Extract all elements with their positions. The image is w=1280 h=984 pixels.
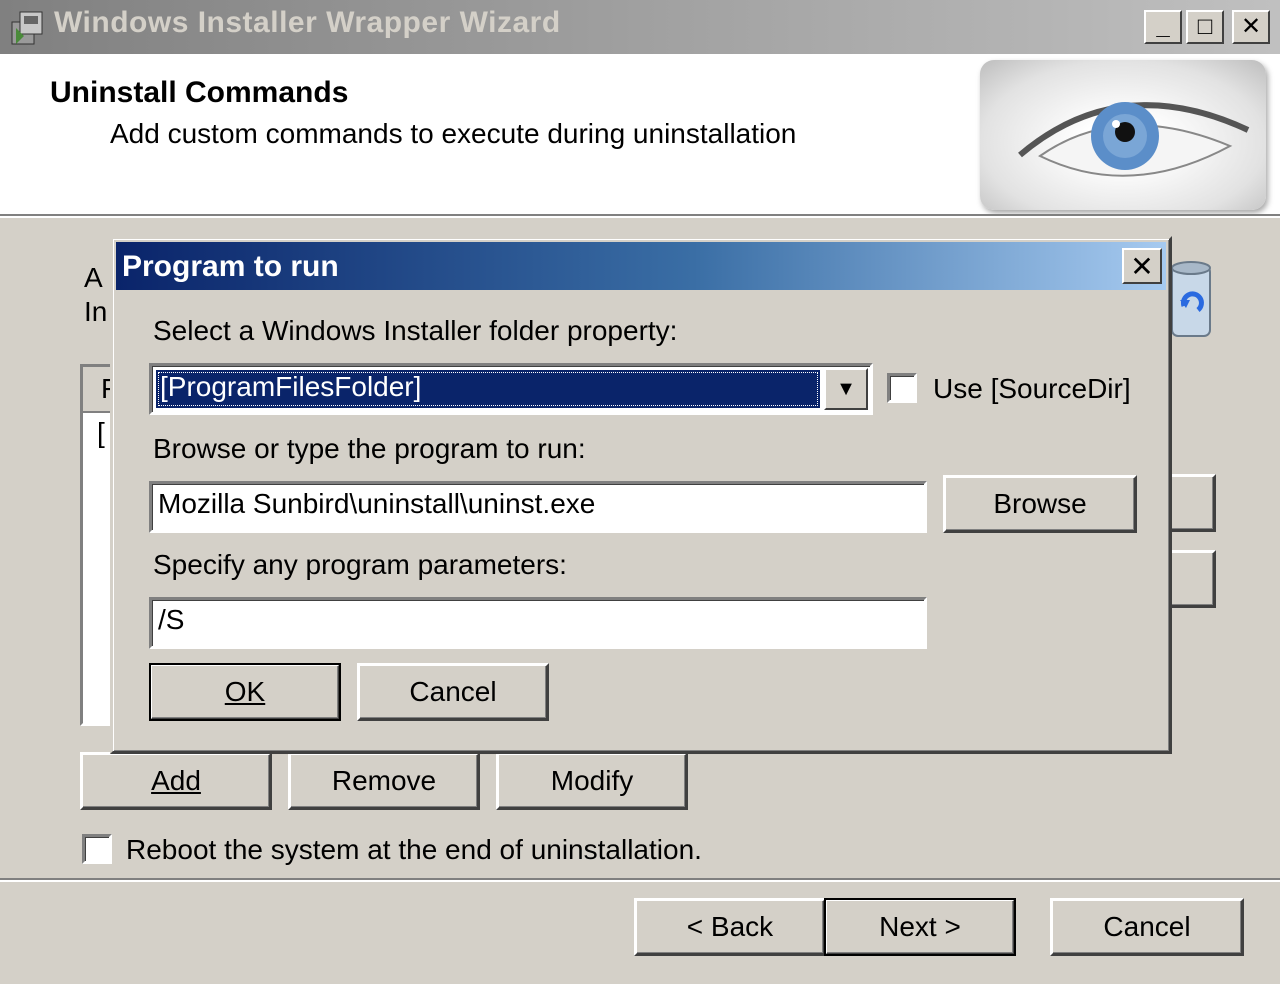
eye-icon bbox=[980, 60, 1266, 210]
close-icon: ✕ bbox=[1130, 250, 1154, 282]
params-input[interactable]: /S bbox=[149, 597, 927, 649]
program-path-input[interactable]: Mozilla Sunbird\uninstall\uninst.exe bbox=[149, 481, 927, 533]
params-label: Specify any program parameters: bbox=[153, 549, 567, 580]
reboot-label[interactable]: Reboot the system at the end of uninstal… bbox=[126, 834, 702, 866]
maximize-icon: □ bbox=[1197, 13, 1213, 40]
dialog-cancel-button[interactable]: Cancel bbox=[357, 663, 549, 721]
remove-button[interactable]: Remove bbox=[288, 752, 480, 810]
minimize-icon: _ bbox=[1156, 13, 1170, 40]
chevron-down-icon: ▼ bbox=[836, 377, 856, 400]
back-button[interactable]: < Back bbox=[634, 898, 826, 956]
use-sourcedir-checkbox[interactable] bbox=[887, 373, 917, 403]
dialog-title: Program to run bbox=[122, 250, 339, 283]
program-to-run-dialog: Program to run ✕ Select a Windows Instal… bbox=[110, 236, 1172, 754]
minimize-button[interactable]: _ bbox=[1144, 10, 1182, 44]
wizard-cancel-button[interactable]: Cancel bbox=[1050, 898, 1244, 956]
close-icon: ✕ bbox=[1240, 13, 1262, 40]
window-title: Windows Installer Wrapper Wizard bbox=[54, 6, 561, 39]
close-button[interactable]: ✕ bbox=[1232, 10, 1270, 44]
dialog-close-button[interactable]: ✕ bbox=[1122, 248, 1162, 284]
title-bar: Windows Installer Wrapper Wizard _ □ ✕ bbox=[0, 0, 1280, 54]
maximize-button[interactable]: □ bbox=[1186, 10, 1224, 44]
page-title: Uninstall Commands bbox=[50, 76, 349, 109]
modify-button[interactable]: Modify bbox=[496, 752, 688, 810]
wizard-header: Uninstall Commands Add custom commands t… bbox=[0, 54, 1280, 214]
folder-property-label: Select a Windows Installer folder proper… bbox=[153, 315, 678, 346]
use-sourcedir-label[interactable]: Use [SourceDir] bbox=[933, 373, 1131, 405]
ok-button[interactable]: OK bbox=[149, 663, 341, 721]
folder-property-value: [ProgramFilesFolder] bbox=[156, 370, 820, 408]
browse-button[interactable]: Browse bbox=[943, 475, 1137, 533]
reboot-checkbox[interactable] bbox=[82, 834, 112, 864]
page-subtitle: Add custom commands to execute during un… bbox=[110, 118, 797, 149]
next-button[interactable]: Next > bbox=[824, 898, 1016, 956]
commands-label-line1: A bbox=[84, 262, 103, 293]
dropdown-arrow-button[interactable]: ▼ bbox=[824, 368, 868, 410]
program-label: Browse or type the program to run: bbox=[153, 433, 586, 464]
add-button[interactable]: Add bbox=[80, 752, 272, 810]
installer-app-icon bbox=[11, 11, 43, 45]
commands-label-line2: In bbox=[84, 296, 108, 327]
recycle-bin-icon bbox=[1171, 261, 1211, 337]
list-item[interactable]: [ bbox=[97, 417, 105, 449]
header-separator bbox=[0, 214, 1280, 218]
footer-separator bbox=[0, 878, 1280, 882]
dialog-title-bar: Program to run ✕ bbox=[116, 242, 1166, 290]
folder-property-select[interactable]: [ProgramFilesFolder] ▼ bbox=[149, 363, 873, 415]
